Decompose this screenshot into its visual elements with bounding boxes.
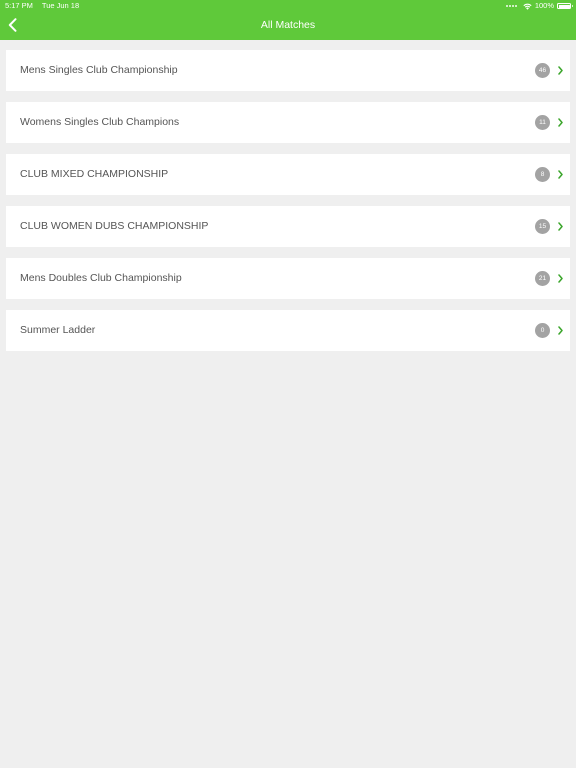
chevron-right-icon	[558, 326, 563, 335]
status-bar-right: 100%	[505, 1, 573, 11]
signal-icon	[505, 5, 517, 7]
chevron-right-icon	[558, 170, 563, 179]
chevron-right-icon	[558, 274, 563, 283]
status-bar-left: 5:17 PM Tue Jun 18	[5, 1, 86, 11]
battery-icon	[557, 3, 573, 9]
match-count-badge: 0	[535, 323, 550, 338]
match-row[interactable]: CLUB WOMEN DUBS CHAMPIONSHIP 15	[6, 206, 570, 247]
match-name: Mens Doubles Club Championship	[20, 272, 182, 284]
match-count-badge: 8	[535, 167, 550, 182]
page-title: All Matches	[260, 19, 316, 31]
match-row[interactable]: Mens Doubles Club Championship 21	[6, 258, 570, 299]
chevron-right-icon	[558, 118, 563, 127]
match-count-badge: 46	[535, 63, 550, 78]
chevron-right-icon	[558, 66, 563, 75]
wifi-icon	[523, 3, 532, 10]
match-row[interactable]: Womens Singles Club Champions 11	[6, 102, 570, 143]
status-time: 5:17 PM	[5, 1, 33, 10]
chevron-right-icon	[558, 222, 563, 231]
match-count-badge: 15	[535, 219, 550, 234]
match-name: CLUB MIXED CHAMPIONSHIP	[20, 168, 169, 180]
match-name: CLUB WOMEN DUBS CHAMPIONSHIP	[20, 220, 209, 232]
match-name: Womens Singles Club Champions	[20, 116, 180, 128]
match-row[interactable]: CLUB MIXED CHAMPIONSHIP 8	[6, 154, 570, 195]
match-count-badge: 21	[535, 271, 550, 286]
navigation-bar: 5:17 PM Tue Jun 18 100% All Matches	[0, 0, 576, 40]
match-name: Mens Singles Club Championship	[20, 64, 178, 76]
match-count-badge: 11	[535, 115, 550, 130]
battery-percentage: 100%	[534, 1, 554, 10]
match-row[interactable]: Summer Ladder 0	[6, 310, 570, 351]
match-row[interactable]: Mens Singles Club Championship 46	[6, 50, 570, 91]
match-list: Mens Singles Club Championship 46 Womens S…	[6, 50, 570, 362]
match-name: Summer Ladder	[20, 324, 96, 336]
status-date: Tue Jun 18	[41, 1, 80, 10]
